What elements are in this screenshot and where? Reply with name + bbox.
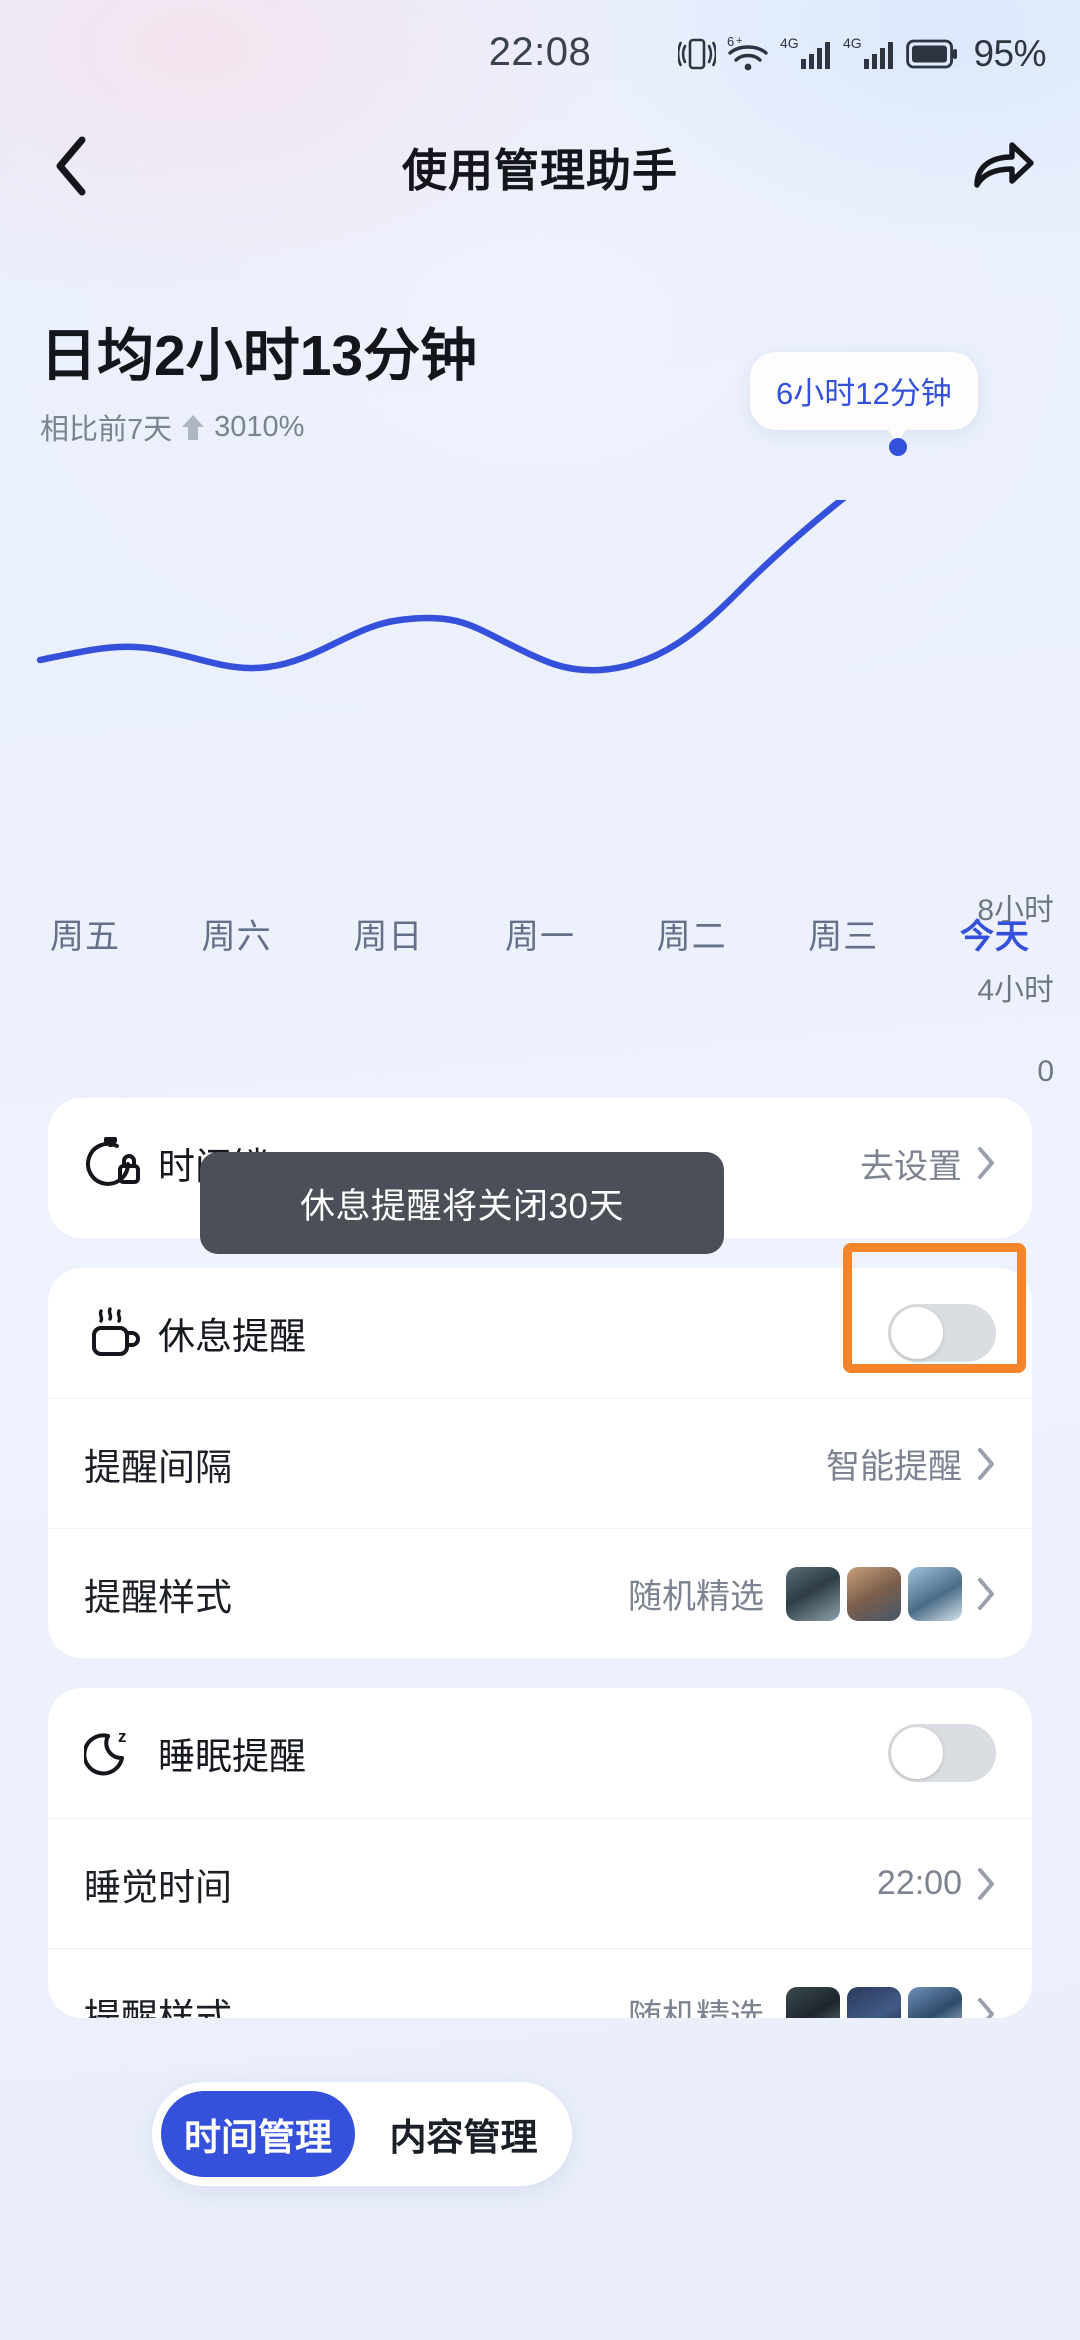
signal-4g-icon: 4G xyxy=(780,35,831,69)
thumbnail-image xyxy=(786,1986,840,2018)
tab-content-management[interactable]: 内容管理 xyxy=(355,2091,572,2177)
svg-text:+: + xyxy=(736,35,742,47)
status-bar: 22:08 6 + 4G 4G 95% xyxy=(0,0,1080,110)
coffee-cup-icon xyxy=(84,1304,158,1362)
break-reminder-style-label: 提醒样式 xyxy=(84,1576,232,1618)
sleep-reminder-style-label: 提醒样式 xyxy=(84,1996,232,2019)
sleep-reminder-row[interactable]: z 睡眠提醒 xyxy=(48,1688,1032,1818)
usage-line-chart[interactable]: 8小时 4小时 0 xyxy=(0,500,1080,1088)
break-reminder-style-row[interactable]: 提醒样式 随机精选 xyxy=(48,1528,1032,1658)
break-reminder-style-value: 随机精选 xyxy=(628,1578,764,1616)
weekday-tab-0[interactable]: 周五 xyxy=(48,905,122,962)
comparison-row: 相比前7天 3010% xyxy=(40,406,477,448)
sleep-reminder-label: 睡眠提醒 xyxy=(158,1736,306,1777)
weekday-tab-1[interactable]: 周六 xyxy=(200,905,274,962)
thumbnail-image xyxy=(908,1986,962,2018)
chart-line-svg xyxy=(36,500,847,674)
weekday-tab-2[interactable]: 周日 xyxy=(351,905,425,962)
tab-time-management[interactable]: 时间管理 xyxy=(161,2091,355,2177)
svg-text:4G: 4G xyxy=(780,35,799,51)
weekday-selector: 周五 周六 周日 周一 周二 周三 今天 xyxy=(48,905,1032,962)
signal-4g-icon: 4G xyxy=(843,35,894,69)
svg-text:6: 6 xyxy=(727,34,734,49)
y-axis-label-0: 0 xyxy=(1037,1055,1054,1088)
reminder-interval-row[interactable]: 提醒间隔 智能提醒 xyxy=(48,1398,1032,1528)
sleep-reminder-style-value: 随机精选 xyxy=(628,1998,764,2018)
sleep-reminder-card: z 睡眠提醒 睡觉时间 22:00 提醒样式 随机精选 xyxy=(48,1688,1032,2018)
change-percent: 3010% xyxy=(214,410,305,443)
reminder-interval-value-wrap: 智能提醒 xyxy=(826,1439,996,1488)
bedtime-row[interactable]: 睡觉时间 22:00 xyxy=(48,1818,1032,1948)
thumbnail-image xyxy=(786,1566,840,1621)
bedtime-label: 睡觉时间 xyxy=(84,1866,232,1908)
sleep-reminder-style-value-wrap: 随机精选 xyxy=(628,1986,996,2018)
usage-summary: 日均2小时13分钟 相比前7天 3010% xyxy=(40,310,477,448)
chevron-right-icon xyxy=(978,1577,994,1610)
weekday-tab-4[interactable]: 周二 xyxy=(655,905,729,962)
vibrate-icon xyxy=(678,38,717,70)
break-reminder-label: 休息提醒 xyxy=(158,1316,306,1357)
moon-z-icon: z xyxy=(84,1724,158,1782)
phone-screen: 22:08 6 + 4G 4G 95% 使用管理助手 日均2小时13分钟 相比前… xyxy=(0,0,1080,2340)
status-icons: 6 + 4G 4G 95% xyxy=(678,30,1046,78)
share-button[interactable] xyxy=(954,110,1054,222)
break-reminder-style-value-wrap: 随机精选 xyxy=(628,1566,996,1621)
chevron-right-icon xyxy=(978,1867,994,1900)
chevron-right-icon xyxy=(978,1147,994,1179)
reminder-interval-label: 提醒间隔 xyxy=(84,1446,232,1488)
stopwatch-lock-icon xyxy=(84,1134,158,1192)
weekday-tab-3[interactable]: 周一 xyxy=(503,905,577,962)
svg-text:z: z xyxy=(118,1727,127,1746)
time-lock-action-label: 去设置 xyxy=(860,1147,962,1186)
thumbnail-image xyxy=(847,1566,901,1621)
nav-bar: 使用管理助手 xyxy=(0,110,1080,222)
chart-tooltip: 6小时12分钟 xyxy=(750,352,978,430)
time-lock-action[interactable]: 去设置 xyxy=(860,1139,996,1188)
daily-average-headline: 日均2小时13分钟 xyxy=(40,324,478,388)
battery-icon xyxy=(906,39,958,69)
sleep-reminder-toggle[interactable] xyxy=(888,1724,996,1782)
weekday-tab-today[interactable]: 今天 xyxy=(958,905,1032,962)
reminder-interval-value: 智能提醒 xyxy=(826,1448,962,1486)
weekday-tab-5[interactable]: 周三 xyxy=(806,905,880,962)
chevron-right-icon xyxy=(978,1997,994,2018)
thumbnail-image xyxy=(847,1986,901,2018)
share-arrow-icon xyxy=(974,142,1034,188)
comparison-label: 相比前7天 xyxy=(40,414,173,446)
sleep-reminder-toggle-wrap xyxy=(888,1724,996,1782)
sleep-style-thumbnails xyxy=(786,1986,962,2018)
toggle-knob xyxy=(891,1727,943,1779)
svg-text:4G: 4G xyxy=(843,35,862,51)
bedtime-value: 22:00 xyxy=(876,1864,962,1902)
chevron-right-icon xyxy=(978,1447,994,1480)
bedtime-value-wrap: 22:00 xyxy=(877,1864,996,1903)
chart-data-point[interactable] xyxy=(889,438,907,456)
annotation-highlight-box xyxy=(843,1243,1026,1373)
break-style-thumbnails xyxy=(786,1566,962,1621)
toast-message: 休息提醒将关闭30天 xyxy=(200,1152,724,1254)
arrow-up-icon xyxy=(182,415,205,440)
page-title: 使用管理助手 xyxy=(401,144,678,196)
thumbnail-image xyxy=(908,1566,962,1621)
wifi6-icon: 6 + xyxy=(727,34,769,71)
battery-percent: 95% xyxy=(973,33,1046,74)
bottom-tab-bar: 时间管理 内容管理 xyxy=(152,2082,572,2186)
y-axis-label-4h: 4小时 xyxy=(977,974,1054,1007)
sleep-reminder-style-row[interactable]: 提醒样式 随机精选 xyxy=(48,1948,1032,2018)
